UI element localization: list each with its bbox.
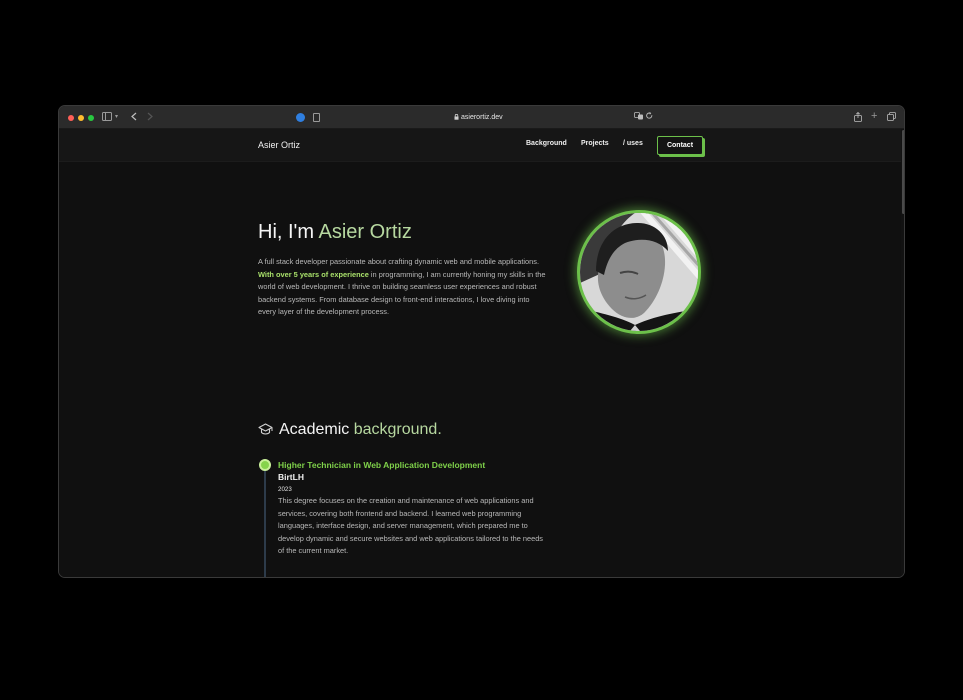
nav-link-uses[interactable]: / uses [623, 140, 643, 147]
minimize-window-button[interactable] [78, 115, 84, 121]
browser-window: ▾ asierortiz.dev + Asier Ortiz Backgroun… [58, 105, 905, 578]
extension-icon[interactable] [296, 113, 305, 122]
tab-overview-icon[interactable] [887, 112, 896, 121]
timeline-dot [259, 459, 271, 471]
profile-avatar [577, 210, 701, 334]
academic-title-main: Academic [279, 421, 354, 438]
hero-text-intro: A full stack developer passionate about … [258, 257, 540, 266]
back-arrow-icon[interactable] [131, 112, 137, 121]
hero-description: A full stack developer passionate about … [258, 256, 546, 319]
forward-arrow-icon[interactable] [147, 112, 153, 121]
timeline-line [264, 468, 266, 577]
contact-button[interactable]: Contact [657, 136, 703, 155]
hero-name: Asier Ortiz [318, 221, 412, 243]
hero-title: Hi, I'm Asier Ortiz [258, 221, 412, 244]
reload-icon[interactable] [646, 112, 653, 120]
site-navbar: Asier Ortiz Background Projects / uses C… [59, 129, 904, 162]
degree-year: 2023 [278, 486, 292, 493]
academic-title-accent: background. [353, 421, 442, 438]
zoom-window-button[interactable] [88, 115, 94, 121]
page-scrollbar[interactable] [901, 129, 904, 577]
chevron-down-icon[interactable]: ▾ [115, 112, 118, 123]
degree-title: Higher Technician in Web Application Dev… [278, 460, 486, 470]
hero-text-highlight: With over 5 years of experience [258, 269, 369, 279]
profile-photo [580, 213, 698, 331]
new-tab-icon[interactable]: + [871, 111, 877, 122]
browser-titlebar: ▾ asierortiz.dev + [59, 106, 904, 129]
close-window-button[interactable] [68, 115, 74, 121]
scrollbar-thumb[interactable] [902, 130, 904, 214]
url-text: asierortiz.dev [461, 114, 503, 121]
nav-link-projects[interactable]: Projects [581, 140, 609, 147]
address-bar[interactable]: asierortiz.dev [454, 112, 503, 123]
web-page: Asier Ortiz Background Projects / uses C… [59, 129, 904, 577]
page-icon [313, 113, 320, 122]
degree-description: This degree focuses on the creation and … [278, 496, 543, 556]
site-brand[interactable]: Asier Ortiz [258, 140, 300, 150]
translate-icon[interactable] [634, 112, 644, 120]
hero-greeting: Hi, I'm [258, 221, 319, 243]
share-icon[interactable] [854, 112, 862, 122]
nav-link-background[interactable]: Background [526, 140, 567, 147]
academic-section-title: Academic background. [279, 421, 442, 439]
school-name: BirtLH [278, 472, 304, 482]
lock-icon [454, 112, 459, 123]
sidebar-toggle-icon[interactable] [102, 112, 112, 121]
graduation-cap-icon [258, 423, 273, 441]
